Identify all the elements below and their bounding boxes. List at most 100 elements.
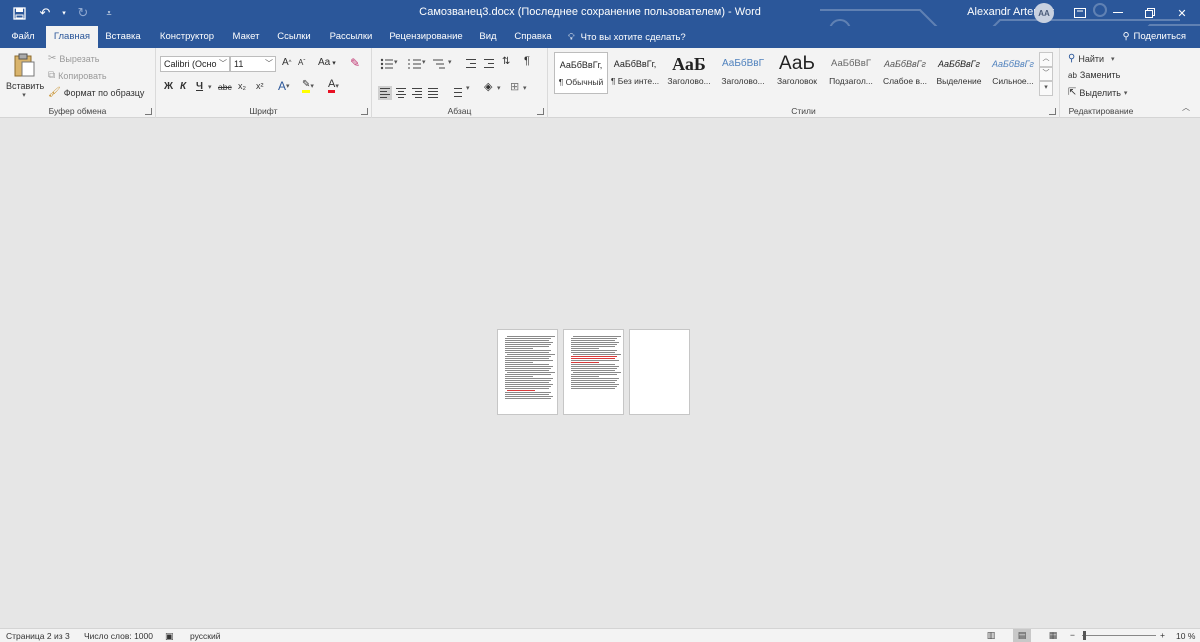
- tab-references[interactable]: Ссылки: [270, 26, 318, 48]
- style-heading-1[interactable]: АаБ Заголово...: [662, 52, 716, 94]
- restore-icon[interactable]: [1132, 0, 1168, 26]
- proofing-icon[interactable]: ▣: [165, 630, 174, 642]
- page-text-line: [507, 390, 535, 391]
- print-layout-icon[interactable]: ▤: [1013, 629, 1031, 642]
- style-name: Выделение: [936, 76, 982, 86]
- language-indicator[interactable]: русский: [190, 630, 221, 642]
- page-text-line: [505, 366, 553, 367]
- clear-formatting-icon[interactable]: ✎: [350, 56, 360, 70]
- find-button[interactable]: ⚲ Найти ▾: [1068, 53, 1115, 64]
- borders-dropdown-icon[interactable]: ▾: [523, 84, 527, 92]
- cut-button[interactable]: ✂ Вырезать: [48, 53, 99, 64]
- superscript-button[interactable]: x²: [256, 81, 264, 91]
- strikethrough-button[interactable]: abc: [218, 82, 232, 92]
- line-spacing-dropdown-icon[interactable]: ▾: [466, 84, 470, 92]
- zoom-in-icon[interactable]: +: [1160, 629, 1165, 641]
- bold-button[interactable]: Ж: [164, 81, 173, 92]
- styles-scroll-up-icon[interactable]: ︿: [1039, 52, 1053, 67]
- paragraph-dialog-launcher-icon[interactable]: [537, 108, 544, 115]
- style-name: ¶ Обычный: [558, 77, 604, 87]
- paste-dropdown-icon[interactable]: ▾: [6, 91, 42, 99]
- style-no-spacing[interactable]: АаБбВвГг, ¶ Без инте...: [608, 52, 662, 94]
- shading-dropdown-icon[interactable]: ▾: [497, 84, 501, 92]
- italic-button[interactable]: К: [180, 81, 186, 92]
- style-subtle-emphasis[interactable]: АаБбВвГг Слабое в...: [878, 52, 932, 94]
- tab-home[interactable]: Главная: [46, 26, 98, 48]
- ribbon-display-options-icon[interactable]: [1062, 0, 1098, 26]
- style-heading-2[interactable]: АаБбВвГ Заголово...: [716, 52, 770, 94]
- tab-view[interactable]: Вид: [472, 26, 504, 48]
- grow-font-button[interactable]: A ^: [282, 57, 292, 68]
- close-icon[interactable]: ✕: [1164, 0, 1200, 26]
- font-family-value: Calibri (Осно: [164, 59, 217, 69]
- style-emphasis[interactable]: АаБбВвГг Выделение: [932, 52, 986, 94]
- share-button[interactable]: ⚲ Поделиться: [1123, 26, 1186, 48]
- tab-design[interactable]: Конструктор: [152, 26, 222, 48]
- bullets-dropdown-icon[interactable]: ▾: [394, 58, 398, 66]
- font-size-select[interactable]: 11 ﹀: [230, 56, 276, 72]
- zoom-level[interactable]: 10 %: [1176, 630, 1195, 642]
- font-color-button[interactable]: A ▾: [328, 79, 339, 93]
- shrink-font-button[interactable]: Aˇ: [298, 58, 305, 67]
- document-page[interactable]: [629, 329, 690, 415]
- tab-mailings[interactable]: Рассылки: [322, 26, 380, 48]
- change-case-button[interactable]: Aa ▾: [318, 57, 336, 68]
- collapse-ribbon-icon[interactable]: ︿: [1182, 102, 1190, 113]
- styles-dialog-launcher-icon[interactable]: [1049, 108, 1056, 115]
- grow-font-icon: A: [282, 57, 289, 68]
- font-family-select[interactable]: Calibri (Осно ﹀: [160, 56, 230, 72]
- zoom-out-icon[interactable]: −: [1070, 629, 1075, 641]
- underline-button[interactable]: Ч: [196, 81, 203, 92]
- save-icon[interactable]: [8, 3, 30, 23]
- borders-icon[interactable]: ⊞: [510, 80, 519, 93]
- tab-review[interactable]: Рецензирование: [384, 26, 468, 48]
- read-mode-icon[interactable]: ▥: [982, 629, 1000, 642]
- numbering-dropdown-icon[interactable]: ▾: [422, 58, 426, 66]
- tell-me-search[interactable]: 💡︎ Что вы хотите сделать?: [568, 26, 686, 48]
- shading-icon[interactable]: ◈: [484, 80, 492, 93]
- tab-file[interactable]: Файл: [2, 26, 44, 48]
- chevron-down-icon: ▾: [1111, 55, 1115, 63]
- zoom-slider[interactable]: [1082, 635, 1156, 636]
- redo-icon[interactable]: ↻: [72, 3, 94, 23]
- document-page[interactable]: [563, 329, 624, 415]
- style-subtitle[interactable]: АаБбВвГ Подзагол...: [824, 52, 878, 94]
- subscript-button[interactable]: x₂: [238, 81, 246, 91]
- text-effects-button[interactable]: A ▾: [278, 79, 290, 93]
- style-normal[interactable]: АаБбВвГг, ¶ Обычный: [554, 52, 608, 94]
- customize-qat-icon[interactable]: ⩡: [98, 3, 120, 23]
- document-page[interactable]: [497, 329, 558, 415]
- change-case-label: Aa: [318, 57, 331, 68]
- replace-button[interactable]: ab Заменить: [1068, 70, 1120, 80]
- copy-button[interactable]: ⧉ Копировать: [48, 70, 107, 81]
- paste-button[interactable]: Вставить ▾: [6, 52, 44, 102]
- style-intense-emphasis[interactable]: АаБбВвГг Сильное...: [986, 52, 1040, 94]
- styles-more-icon[interactable]: ▾: [1039, 81, 1053, 97]
- show-formatting-button[interactable]: ¶: [524, 55, 530, 67]
- document-area[interactable]: [0, 118, 1200, 628]
- minimize-icon[interactable]: [1100, 0, 1136, 26]
- avatar[interactable]: AA: [1034, 3, 1054, 23]
- word-count[interactable]: Число слов: 1000: [84, 630, 153, 642]
- search-icon: ⚲: [1068, 53, 1076, 64]
- font-dialog-launcher-icon[interactable]: [361, 108, 368, 115]
- web-layout-icon[interactable]: ▦: [1044, 629, 1062, 642]
- sort-icon[interactable]: ⇅: [502, 56, 510, 67]
- underline-dropdown-icon[interactable]: ▾: [208, 83, 212, 91]
- multilevel-dropdown-icon[interactable]: ▾: [448, 58, 452, 66]
- clipboard-dialog-launcher-icon[interactable]: [145, 108, 152, 115]
- styles-scroll-down-icon[interactable]: ﹀: [1039, 66, 1053, 82]
- page-counter[interactable]: Страница 2 из 3: [6, 630, 70, 642]
- format-painter-label: Формат по образцу: [63, 87, 145, 98]
- undo-icon[interactable]: ↶: [34, 3, 56, 23]
- tab-insert[interactable]: Вставка: [100, 26, 146, 48]
- undo-dropdown-icon[interactable]: ▾: [60, 3, 68, 23]
- tab-help[interactable]: Справка: [508, 26, 558, 48]
- highlight-color-button[interactable]: ✎ ▾: [302, 79, 314, 93]
- style-title[interactable]: АаЬ Заголовок: [770, 52, 824, 94]
- page-text-line: [505, 342, 553, 343]
- select-button[interactable]: ⇱ Выделить ▾: [1068, 87, 1127, 98]
- format-painter-button[interactable]: 🖌︎ Формат по образцу: [48, 87, 144, 98]
- zoom-slider-thumb[interactable]: [1083, 631, 1087, 640]
- tab-layout[interactable]: Макет: [226, 26, 266, 48]
